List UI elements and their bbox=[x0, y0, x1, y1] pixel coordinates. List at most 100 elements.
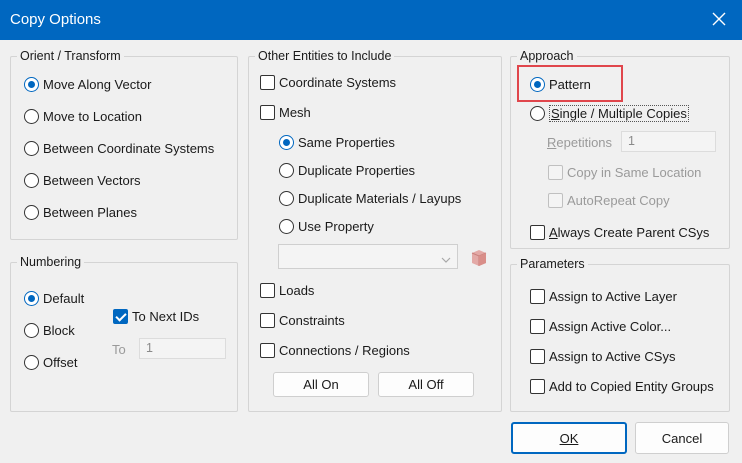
radio-indicator[interactable] bbox=[24, 173, 39, 188]
checkbox-indicator[interactable] bbox=[260, 343, 275, 358]
checkbox-assign-active-layer[interactable]: Assign to Active Layer bbox=[530, 289, 677, 304]
radio-block[interactable]: Block bbox=[24, 323, 75, 338]
to-id-input[interactable]: 1 bbox=[139, 338, 226, 359]
radio-indicator[interactable] bbox=[24, 355, 39, 370]
radio-indicator[interactable] bbox=[530, 106, 545, 121]
checkbox-indicator[interactable] bbox=[260, 105, 275, 120]
radio-duplicate-properties[interactable]: Duplicate Properties bbox=[279, 163, 415, 178]
radio-indicator[interactable] bbox=[24, 141, 39, 156]
radio-move-along-vector[interactable]: Move Along Vector bbox=[24, 77, 151, 92]
checkbox-label: Mesh bbox=[279, 105, 311, 120]
radio-label: Between Coordinate Systems bbox=[43, 141, 215, 156]
radio-label: Default bbox=[43, 291, 85, 306]
radio-label: Between Vectors bbox=[43, 173, 141, 188]
checkbox-label: To Next IDs bbox=[132, 309, 200, 324]
checkbox-mesh[interactable]: Mesh bbox=[260, 105, 311, 120]
repetitions-input[interactable]: 1 bbox=[621, 131, 716, 152]
checkbox-label: Assign Active Color... bbox=[549, 319, 672, 334]
radio-same-properties[interactable]: Same Properties bbox=[279, 135, 395, 150]
checkbox-indicator[interactable] bbox=[530, 349, 545, 364]
checkbox-coordinate-systems[interactable]: Coordinate Systems bbox=[260, 75, 396, 90]
radio-indicator[interactable] bbox=[279, 163, 294, 178]
property-picker-button[interactable] bbox=[465, 244, 491, 270]
checkbox-indicator[interactable] bbox=[260, 313, 275, 328]
checkbox-label: Connections / Regions bbox=[279, 343, 410, 358]
radio-label: Move Along Vector bbox=[43, 77, 152, 92]
checkbox-assign-active-color[interactable]: Assign Active Color... bbox=[530, 319, 671, 334]
radio-indicator[interactable] bbox=[24, 291, 39, 306]
radio-label: Between Planes bbox=[43, 205, 137, 220]
checkbox-indicator[interactable] bbox=[530, 319, 545, 334]
checkbox-connections-regions[interactable]: Connections / Regions bbox=[260, 343, 410, 358]
all-on-button[interactable]: All On bbox=[273, 372, 369, 397]
radio-single-multiple-copies[interactable]: Single / Multiple Copies bbox=[530, 105, 689, 122]
repetitions-label: Repetitions bbox=[547, 135, 613, 150]
checkbox-indicator[interactable] bbox=[530, 379, 545, 394]
radio-pattern[interactable]: Pattern bbox=[530, 77, 591, 92]
checkbox-add-copied-entity-groups[interactable]: Add to Copied Entity Groups bbox=[530, 379, 714, 394]
radio-label: Duplicate Materials / Layups bbox=[298, 191, 462, 206]
checkbox-indicator[interactable] bbox=[548, 193, 563, 208]
checkbox-always-create-parent-csys[interactable]: Always Create Parent CSys bbox=[530, 225, 709, 240]
checkbox-loads[interactable]: Loads bbox=[260, 283, 314, 298]
dialog-client: Orient / Transform Move Along Vector Mov… bbox=[0, 40, 742, 463]
to-label: To bbox=[112, 342, 126, 357]
radio-indicator[interactable] bbox=[279, 191, 294, 206]
checkbox-indicator[interactable] bbox=[530, 225, 545, 240]
window-title: Copy Options bbox=[10, 11, 101, 28]
close-button[interactable] bbox=[704, 4, 734, 34]
radio-indicator[interactable] bbox=[24, 205, 39, 220]
checkbox-label: Always Create Parent CSys bbox=[549, 225, 710, 240]
title-bar: Copy Options bbox=[0, 0, 742, 40]
radio-move-to-location[interactable]: Move to Location bbox=[24, 109, 142, 124]
radio-indicator[interactable] bbox=[530, 77, 545, 92]
approach-legend: Approach bbox=[520, 49, 574, 63]
ok-button-label: OK bbox=[559, 430, 579, 446]
ok-button[interactable]: OK bbox=[511, 422, 627, 454]
chevron-down-icon bbox=[441, 252, 451, 267]
property-cube-icon bbox=[471, 250, 487, 266]
all-off-button[interactable]: All Off bbox=[378, 372, 474, 397]
radio-label: Duplicate Properties bbox=[298, 163, 416, 178]
cancel-button[interactable]: Cancel bbox=[635, 422, 729, 454]
checkbox-copy-same-location[interactable]: Copy in Same Location bbox=[548, 165, 701, 180]
numbering-legend: Numbering bbox=[20, 255, 82, 269]
radio-label: Block bbox=[43, 323, 75, 338]
checkbox-autorepeat-copy[interactable]: AutoRepeat Copy bbox=[548, 193, 670, 208]
checkbox-label: Constraints bbox=[279, 313, 345, 328]
radio-indicator[interactable] bbox=[279, 135, 294, 150]
radio-indicator[interactable] bbox=[24, 77, 39, 92]
radio-label: Single / Multiple Copies bbox=[549, 105, 689, 122]
checkbox-assign-active-csys[interactable]: Assign to Active CSys bbox=[530, 349, 675, 364]
checkbox-indicator[interactable] bbox=[260, 75, 275, 90]
radio-between-planes[interactable]: Between Planes bbox=[24, 205, 137, 220]
checkbox-label: Loads bbox=[279, 283, 315, 298]
radio-label: Move to Location bbox=[43, 109, 143, 124]
radio-between-coordinate-systems[interactable]: Between Coordinate Systems bbox=[24, 141, 214, 156]
checkbox-constraints[interactable]: Constraints bbox=[260, 313, 345, 328]
radio-label: Use Property bbox=[298, 219, 374, 234]
checkbox-indicator[interactable] bbox=[530, 289, 545, 304]
checkbox-label: Assign to Active Layer bbox=[549, 289, 677, 304]
radio-default[interactable]: Default bbox=[24, 291, 84, 306]
parameters-legend: Parameters bbox=[520, 257, 585, 271]
checkbox-to-next-ids[interactable]: To Next IDs bbox=[113, 309, 199, 324]
radio-label: Offset bbox=[43, 355, 78, 370]
checkbox-label: Add to Copied Entity Groups bbox=[549, 379, 714, 394]
radio-duplicate-materials-layups[interactable]: Duplicate Materials / Layups bbox=[279, 191, 461, 206]
checkbox-indicator[interactable] bbox=[260, 283, 275, 298]
radio-label: Pattern bbox=[549, 77, 591, 92]
close-icon bbox=[712, 12, 726, 26]
radio-offset[interactable]: Offset bbox=[24, 355, 77, 370]
checkbox-indicator[interactable] bbox=[548, 165, 563, 180]
orient-transform-legend: Orient / Transform bbox=[20, 49, 121, 63]
radio-between-vectors[interactable]: Between Vectors bbox=[24, 173, 141, 188]
radio-indicator[interactable] bbox=[24, 323, 39, 338]
checkbox-label: Coordinate Systems bbox=[279, 75, 397, 90]
checkbox-label: Assign to Active CSys bbox=[549, 349, 676, 364]
property-select[interactable] bbox=[278, 244, 458, 269]
checkbox-indicator[interactable] bbox=[113, 309, 128, 324]
radio-indicator[interactable] bbox=[279, 219, 294, 234]
radio-use-property[interactable]: Use Property bbox=[279, 219, 374, 234]
radio-indicator[interactable] bbox=[24, 109, 39, 124]
